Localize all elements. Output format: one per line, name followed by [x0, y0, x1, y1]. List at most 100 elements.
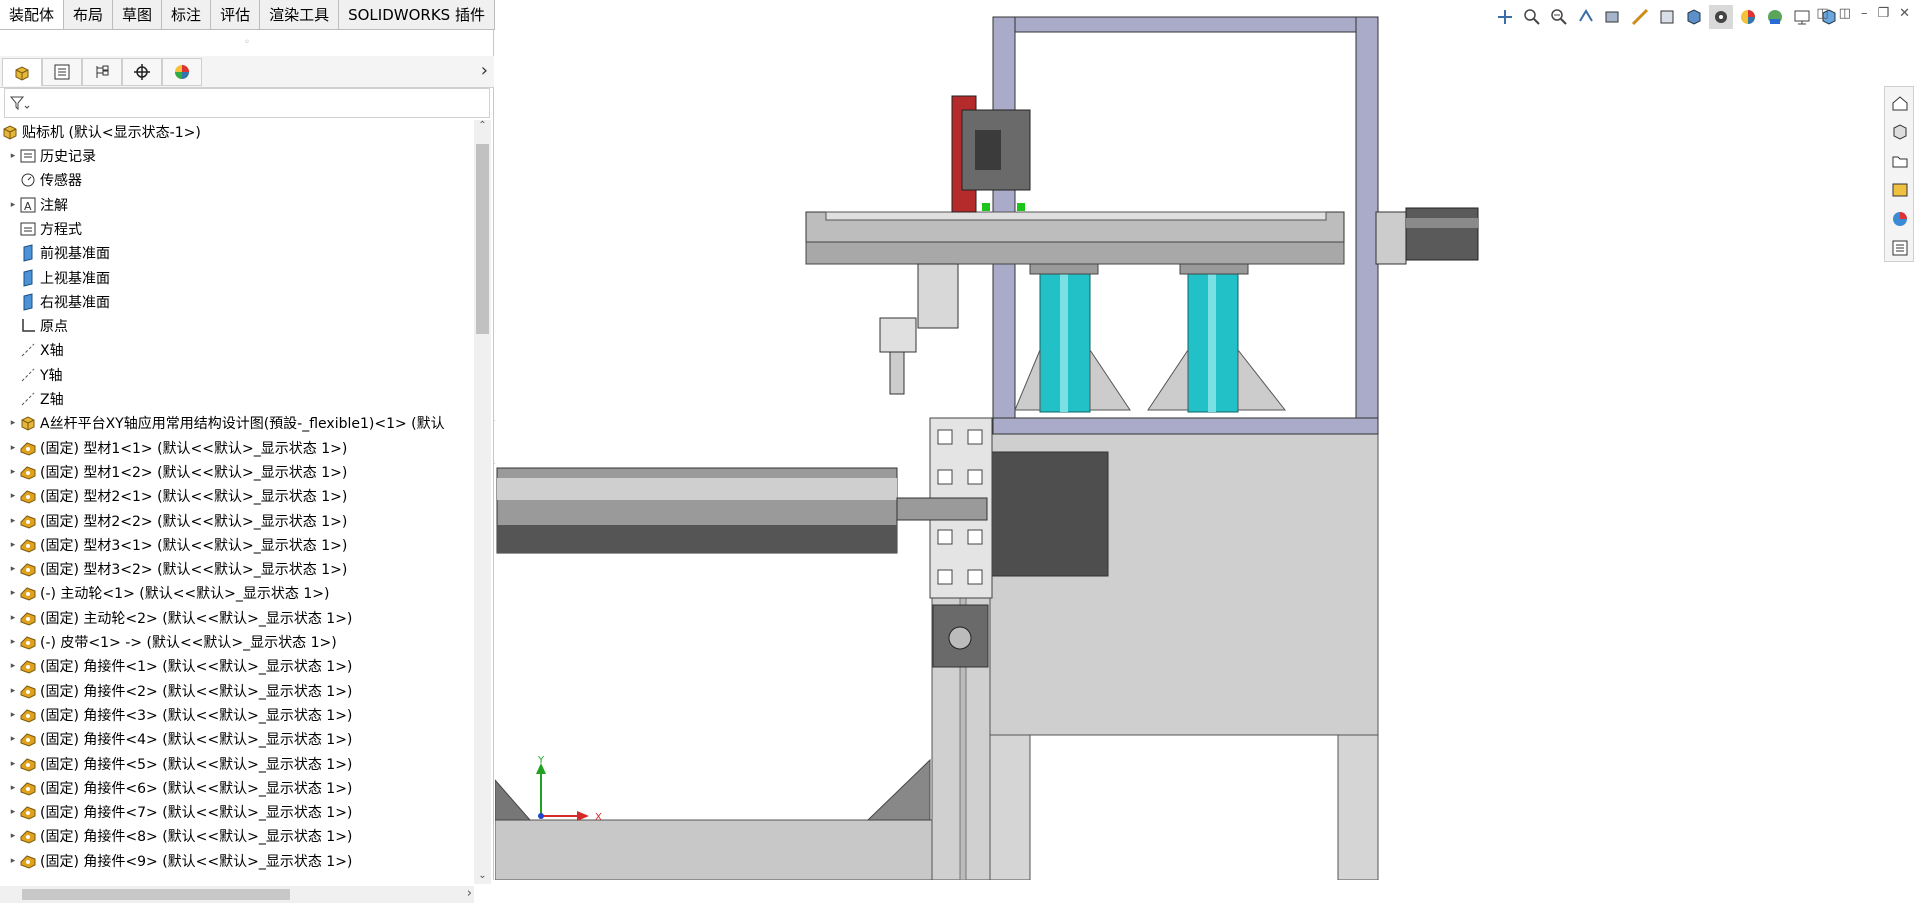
tree-item[interactable]: 前视基准面 — [0, 241, 474, 265]
tree-item[interactable]: 原点 — [0, 314, 474, 338]
edit-appearance-icon[interactable] — [1736, 5, 1760, 29]
tree-item[interactable]: 传感器 — [0, 168, 474, 192]
tree-item[interactable]: ▸ (固定) 型材2<1> (默认<<默认>_显示状态 1>) — [0, 484, 474, 508]
hide-show-items-icon[interactable] — [1709, 5, 1733, 29]
tree-vertical-scrollbar[interactable]: ⌃ ⌄ — [474, 120, 491, 884]
tree-root[interactable]: 贴标机 (默认<显示状态-1>) — [0, 120, 474, 144]
tile-right-icon[interactable]: ◫ — [1839, 6, 1851, 21]
expand-arrow-icon[interactable]: ▸ — [8, 491, 18, 501]
tree-item[interactable]: ▸ (固定) 型材1<1> (默认<<默认>_显示状态 1>) — [0, 436, 474, 460]
expand-arrow-icon[interactable]: ▸ — [8, 759, 18, 769]
expand-arrow-icon[interactable]: ▸ — [8, 200, 18, 210]
view-palette-icon[interactable] — [1888, 178, 1912, 202]
tree-item[interactable]: ▸ (固定) 主动轮<2> (默认<<默认>_显示状态 1>) — [0, 606, 474, 630]
tree-filter-bar[interactable] — [4, 88, 490, 118]
display-style-icon[interactable] — [1682, 5, 1706, 29]
expand-arrow-icon[interactable]: ▸ — [8, 710, 18, 720]
tree-item[interactable]: ▸ (固定) 型材3<2> (默认<<默认>_显示状态 1>) — [0, 557, 474, 581]
displaymanager-tab[interactable] — [162, 58, 202, 86]
tab-0[interactable]: 装配体 — [0, 0, 65, 30]
scroll-up-arrow-icon[interactable]: ⌃ — [474, 120, 491, 134]
tree-item[interactable]: ▸ (-) 皮带<1> -> (默认<<默认>_显示状态 1>) — [0, 630, 474, 654]
part-icon — [18, 682, 38, 700]
tree-item[interactable]: X轴 — [0, 338, 474, 362]
tree-item[interactable]: ▸ 历史记录 — [0, 144, 474, 168]
tree-item[interactable]: 方程式 — [0, 217, 474, 241]
expand-arrow-icon[interactable]: ▸ — [8, 443, 18, 453]
tree-item[interactable]: ▸ (固定) 型材2<2> (默认<<默认>_显示状态 1>) — [0, 509, 474, 533]
expand-arrow-icon[interactable]: ▸ — [8, 661, 18, 671]
tree-horizontal-scrollbar[interactable]: › — [0, 886, 474, 903]
tree-item[interactable]: Y轴 — [0, 363, 474, 387]
expand-arrow-icon[interactable]: ▸ — [8, 831, 18, 841]
expand-arrow-icon[interactable]: ▸ — [8, 783, 18, 793]
close-icon[interactable]: ✕ — [1899, 6, 1910, 21]
expand-arrow-icon[interactable]: ▸ — [8, 613, 18, 623]
panel-tabs-chevron-right-icon[interactable]: › — [481, 60, 488, 81]
zoom-to-fit-icon[interactable] — [1520, 5, 1544, 29]
expand-arrow-icon[interactable]: ▸ — [8, 418, 18, 428]
custom-properties-icon[interactable] — [1888, 236, 1912, 260]
tree-item[interactable]: ▸ A 注解 — [0, 193, 474, 217]
propertymanager-tab[interactable] — [42, 58, 82, 86]
featuremanager-tab[interactable] — [2, 58, 42, 86]
view-settings-icon[interactable] — [1790, 5, 1814, 29]
previous-view-icon[interactable] — [1493, 5, 1517, 29]
tree-item[interactable]: ▸ (-) 主动轮<1> (默认<<默认>_显示状态 1>) — [0, 581, 474, 605]
expand-arrow-icon[interactable]: ▸ — [8, 516, 18, 526]
tree-item[interactable]: 右视基准面 — [0, 290, 474, 314]
tree-item[interactable]: ▸ (固定) 角接件<3> (默认<<默认>_显示状态 1>) — [0, 703, 474, 727]
expand-arrow-icon[interactable]: ▸ — [8, 151, 18, 161]
dynamic-annotation-icon[interactable] — [1628, 5, 1652, 29]
scroll-right-arrow-icon[interactable]: › — [467, 886, 472, 901]
tab-3[interactable]: 标注 — [162, 0, 212, 30]
expand-arrow-icon[interactable]: ▸ — [8, 807, 18, 817]
tree-item[interactable]: 上视基准面 — [0, 266, 474, 290]
tree-item[interactable]: ▸ (固定) 型材3<1> (默认<<默认>_显示状态 1>) — [0, 533, 474, 557]
file-explorer-icon[interactable] — [1888, 149, 1912, 173]
tree-item[interactable]: ▸ (固定) 角接件<7> (默认<<默认>_显示状态 1>) — [0, 800, 474, 824]
tree-item[interactable]: ▸ (固定) 型材1<2> (默认<<默认>_显示状态 1>) — [0, 460, 474, 484]
expand-arrow-icon[interactable]: ▸ — [8, 734, 18, 744]
expand-arrow-icon[interactable]: ▸ — [8, 564, 18, 574]
expand-arrow-icon[interactable]: ▸ — [8, 588, 18, 598]
scroll-down-arrow-icon[interactable]: ⌄ — [474, 870, 491, 884]
dimxpert-tab[interactable] — [122, 58, 162, 86]
view-orientation-icon[interactable] — [1655, 5, 1679, 29]
tree-item[interactable]: ▸ (固定) 角接件<9> (默认<<默认>_显示状态 1>) — [0, 849, 474, 873]
apply-scene-icon[interactable] — [1763, 5, 1787, 29]
section-view-icon[interactable] — [1601, 5, 1625, 29]
tab-2[interactable]: 草图 — [113, 0, 163, 30]
horizontal-scroll-thumb[interactable] — [22, 889, 290, 900]
tree-item[interactable]: ▸ (固定) 角接件<6> (默认<<默认>_显示状态 1>) — [0, 776, 474, 800]
configurationmanager-tab[interactable] — [82, 58, 122, 86]
expand-arrow-icon[interactable]: ▸ — [8, 686, 18, 696]
tree-item[interactable]: ▸ (固定) 角接件<1> (默认<<默认>_显示状态 1>) — [0, 654, 474, 678]
expand-arrow-icon[interactable]: ▸ — [8, 540, 18, 550]
tree-item[interactable]: ▸ (固定) 角接件<2> (默认<<默认>_显示状态 1>) — [0, 679, 474, 703]
expand-arrow-icon[interactable]: ▸ — [8, 467, 18, 477]
home-icon[interactable] — [1888, 91, 1912, 115]
restore-icon[interactable]: ❐ — [1877, 6, 1889, 21]
previous-view-arrow-icon[interactable] — [1574, 5, 1598, 29]
tree-item[interactable]: ▸ (固定) 角接件<4> (默认<<默认>_显示状态 1>) — [0, 727, 474, 751]
tree-item[interactable]: Z轴 — [0, 387, 474, 411]
design-library-icon[interactable] — [1888, 120, 1912, 144]
minimize-icon[interactable]: – — [1861, 6, 1868, 21]
tab-4[interactable]: 评估 — [211, 0, 261, 30]
tab-5[interactable]: 渲染工具 — [260, 0, 340, 30]
tab-1[interactable]: 布局 — [64, 0, 114, 30]
tree-item[interactable]: ▸ (固定) 角接件<5> (默认<<默认>_显示状态 1>) — [0, 752, 474, 776]
graphics-viewport[interactable]: ◫ ◫ – ❐ ✕ Y X — [495, 0, 1920, 880]
tree-item[interactable]: ▸ (固定) 角接件<8> (默认<<默认>_显示状态 1>) — [0, 824, 474, 848]
expand-arrow-icon[interactable]: ▸ — [8, 637, 18, 647]
zoom-to-area-icon[interactable] — [1547, 5, 1571, 29]
appearances-icon[interactable] — [1888, 207, 1912, 231]
tree-item[interactable]: ▸ A丝杆平台XY轴应用常用结构设计图(預設-_flexible1)<1> (默认 — [0, 411, 474, 435]
tile-left-icon[interactable]: ◫ — [1816, 6, 1828, 21]
tab-6[interactable]: SOLIDWORKS 插件 — [339, 0, 495, 30]
panel-grip[interactable]: ◦ — [0, 30, 494, 56]
vertical-scroll-thumb[interactable] — [476, 144, 489, 334]
expand-arrow-icon[interactable]: ▸ — [8, 856, 18, 866]
tree-item-label: 注解 — [40, 197, 68, 214]
